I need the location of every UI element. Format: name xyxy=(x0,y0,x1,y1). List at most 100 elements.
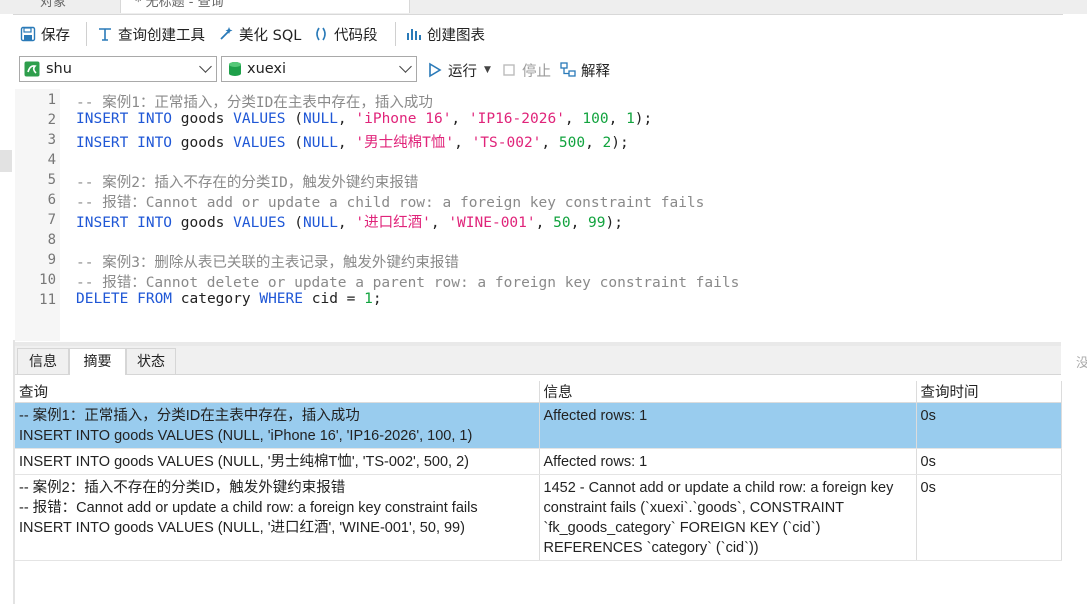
line-number: 8 xyxy=(47,232,56,248)
code-line-9[interactable]: -- 案例3：删除从表已关联的主表记录，触发外键约束报错 xyxy=(76,251,459,272)
sql-punct: , xyxy=(337,215,356,231)
toolbar-divider xyxy=(86,22,87,46)
sql-number: 1 xyxy=(364,291,373,307)
sql-string: 'TS-002' xyxy=(471,135,542,151)
sql-punct: , xyxy=(541,135,559,151)
create-chart-button[interactable]: 创建图表 xyxy=(406,22,485,46)
sql-punct: ); xyxy=(605,215,623,231)
sql-keyword: DELETE FROM xyxy=(76,291,173,307)
tab-objects[interactable]: 对象 xyxy=(0,0,120,13)
query-cell[interactable]: INSERT INTO goods VALUES (NULL, '男士纯棉T恤'… xyxy=(15,448,540,475)
query-cell[interactable]: -- 案例2：插入不存在的分类ID，触发外键约束报错 -- 报错：Cannot a… xyxy=(15,474,540,561)
code-line-6[interactable]: -- 报错：Cannot add or update a child row: … xyxy=(76,191,704,212)
sql-string: 'iPhone 16' xyxy=(355,111,452,127)
result-grid: 查询 信息 查询时间 -- 案例1：正常插入，分类ID在主表中存在，插入成功 IN… xyxy=(15,381,1062,561)
sql-keyword: VALUES xyxy=(233,215,286,231)
code-line-1[interactable]: -- 案例1：正常插入，分类ID在主表中存在，插入成功 xyxy=(76,91,433,112)
code-line-3[interactable]: INSERT INTO goods VALUES (NULL, '男士纯棉T恤'… xyxy=(76,131,629,152)
sql-number: 1 xyxy=(626,111,635,127)
tab-summary[interactable]: 摘要 xyxy=(69,348,126,375)
tab-status[interactable]: 状态 xyxy=(126,348,176,374)
sql-identifier: goods xyxy=(172,111,234,127)
sql-identifier: category xyxy=(172,291,260,307)
query-builder-button[interactable]: 查询创建工具 xyxy=(97,22,205,46)
sql-punct: , xyxy=(608,111,627,127)
info-cell[interactable]: Affected rows: 1 xyxy=(539,402,917,449)
line-number: 11 xyxy=(39,292,56,308)
explain-label: 解释 xyxy=(581,63,610,80)
line-number: 5 xyxy=(47,172,56,188)
chart-icon xyxy=(406,26,422,42)
time-cell[interactable]: 0s xyxy=(916,402,1062,449)
time-cell[interactable]: 0s xyxy=(916,474,1062,561)
column-header-time[interactable]: 查询时间 xyxy=(916,381,1062,403)
sql-number: 500 xyxy=(558,135,586,151)
sql-identifier: cid = xyxy=(303,291,365,307)
toolbar-divider xyxy=(395,22,396,46)
sql-punct: ); xyxy=(611,135,629,151)
time-cell[interactable]: 0s xyxy=(916,448,1062,475)
magic-wand-icon xyxy=(218,26,234,42)
tab-untitled-query[interactable]: * 无标题 - 查询 xyxy=(120,0,410,13)
connection-value: shu xyxy=(46,61,72,77)
parentheses-icon xyxy=(313,26,329,42)
sql-punct: ( xyxy=(285,135,303,151)
result-row[interactable]: INSERT INTO goods VALUES (NULL, '男士纯棉T恤'… xyxy=(15,448,1062,475)
sql-number: 99 xyxy=(588,215,606,231)
column-header-query[interactable]: 查询 xyxy=(15,381,540,403)
code-line-7[interactable]: INSERT INTO goods VALUES (NULL, '进口红酒', … xyxy=(76,211,623,232)
code-snippet-button[interactable]: 代码段 xyxy=(313,22,378,46)
line-number: 2 xyxy=(47,112,56,128)
code-line-5[interactable]: -- 案例2：插入不存在的分类ID，触发外键约束报错 xyxy=(76,171,418,192)
sql-punct: , xyxy=(451,111,469,127)
explain-button[interactable]: 解释 xyxy=(560,58,610,82)
sql-number: 2 xyxy=(602,135,612,151)
right-panel-edge xyxy=(1063,14,1087,604)
sql-punct: ( xyxy=(285,215,303,231)
save-button[interactable]: 保存 xyxy=(20,22,70,46)
result-row[interactable]: -- 案例1：正常插入，分类ID在主表中存在，插入成功 INSERT INTO g… xyxy=(15,402,1062,449)
query-text: INSERT INTO goods VALUES (NULL, '男士纯棉T恤'… xyxy=(19,454,469,470)
database-select[interactable]: xuexi xyxy=(221,56,417,82)
chevron-down-icon xyxy=(199,60,212,73)
sql-string: 'WINE-001' xyxy=(448,215,536,231)
save-label: 保存 xyxy=(41,27,70,44)
info-cell[interactable]: 1452 - Cannot add or update a child row:… xyxy=(539,474,917,561)
sql-keyword: NULL xyxy=(303,135,338,151)
code-line-10[interactable]: -- 报错：Cannot delete or update a parent r… xyxy=(76,271,739,292)
line-number: 7 xyxy=(47,212,56,228)
result-row[interactable]: -- 案例2：插入不存在的分类ID，触发外键约束报错 -- 报错：Cannot a… xyxy=(15,474,1062,561)
sql-keyword: VALUES xyxy=(233,135,286,151)
run-dropdown-icon[interactable]: ▼ xyxy=(484,65,491,75)
sql-number: 50 xyxy=(553,215,571,231)
beautify-sql-button[interactable]: 美化 SQL xyxy=(218,22,301,46)
sql-punct: , xyxy=(337,135,356,151)
line-number: 6 xyxy=(47,192,56,208)
column-header-info[interactable]: 信息 xyxy=(539,381,917,403)
sql-identifier: goods xyxy=(172,135,234,151)
query-builder-icon xyxy=(97,26,113,42)
sql-punct: , xyxy=(535,215,554,231)
left-splitter-handle[interactable] xyxy=(0,150,12,172)
info-cell[interactable]: Affected rows: 1 xyxy=(539,448,917,475)
code-line-2[interactable]: INSERT INTO goods VALUES (NULL, 'iPhone … xyxy=(76,111,652,127)
chevron-down-icon xyxy=(399,60,412,73)
stop-button[interactable]: 停止 xyxy=(501,58,551,82)
tab-info[interactable]: 信息 xyxy=(17,348,69,374)
connection-select[interactable]: shu xyxy=(19,56,217,82)
sql-string: 'IP16-2026' xyxy=(468,111,565,127)
play-icon xyxy=(427,62,443,78)
query-cell[interactable]: -- 案例1：正常插入，分类ID在主表中存在，插入成功 INSERT INTO g… xyxy=(15,402,540,449)
line-number: 1 xyxy=(47,92,56,108)
line-number: 10 xyxy=(39,272,56,288)
database-value: xuexi xyxy=(247,61,287,77)
run-button[interactable]: 运行 ▼ xyxy=(427,58,491,82)
sql-keyword: INSERT INTO xyxy=(76,215,173,231)
create-chart-label: 创建图表 xyxy=(427,27,485,44)
code-line-11[interactable]: DELETE FROM category WHERE cid = 1; xyxy=(76,291,382,307)
stop-label: 停止 xyxy=(522,63,551,80)
query-text: -- 案例2：插入不存在的分类ID，触发外键约束报错 xyxy=(19,480,346,496)
sql-identifier: goods xyxy=(172,215,234,231)
sql-keyword: NULL xyxy=(303,215,338,231)
sql-keyword: VALUES xyxy=(233,111,286,127)
